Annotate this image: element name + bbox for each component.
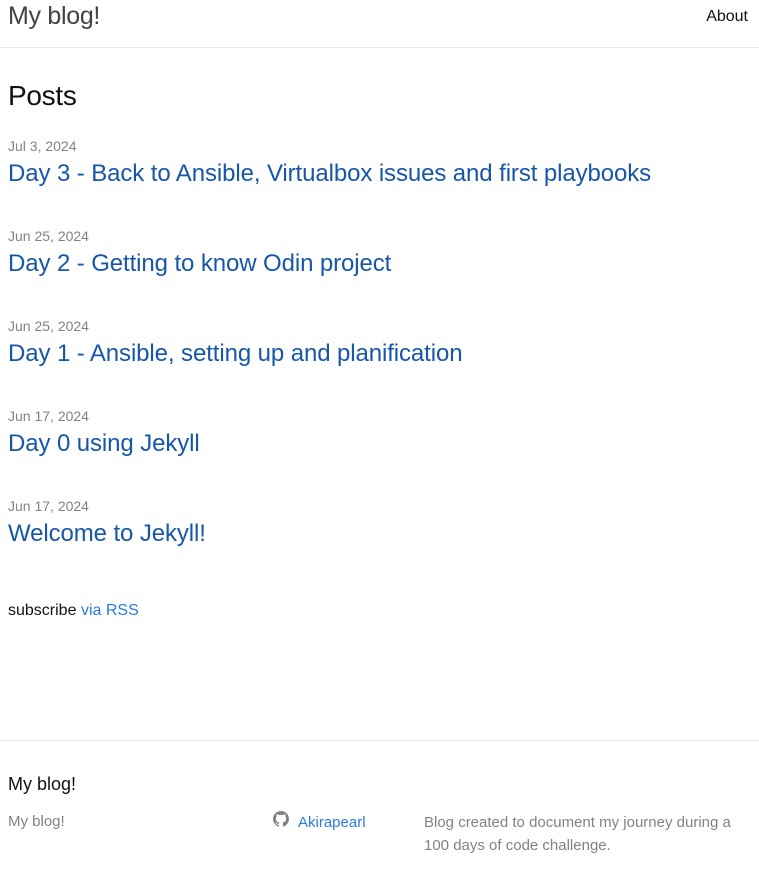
rss-link[interactable]: via RSS bbox=[81, 602, 139, 619]
site-header: My blog! About bbox=[0, 0, 759, 48]
post-list: Jul 3, 2024 Day 3 - Back to Ansible, Vir… bbox=[8, 136, 748, 586]
post-item: Jun 17, 2024 Day 0 using Jekyll bbox=[8, 406, 748, 496]
footer-heading: My blog! bbox=[8, 774, 77, 794]
post-date: Jun 25, 2024 bbox=[8, 318, 89, 334]
post-item: Jul 3, 2024 Day 3 - Back to Ansible, Vir… bbox=[8, 136, 748, 226]
github-user-link[interactable]: Akirapearl bbox=[298, 812, 366, 834]
post-date: Jun 17, 2024 bbox=[8, 408, 89, 424]
post-title-link[interactable]: Day 0 using Jekyll bbox=[8, 426, 200, 462]
post-date: Jul 3, 2024 bbox=[8, 138, 77, 154]
post-date: Jun 17, 2024 bbox=[8, 498, 89, 514]
post-title-link[interactable]: Day 3 - Back to Ansible, Virtualbox issu… bbox=[8, 156, 651, 192]
post-item: Jun 25, 2024 Day 1 - Ansible, setting up… bbox=[8, 316, 748, 406]
post-item: Jun 25, 2024 Day 2 - Getting to know Odi… bbox=[8, 226, 748, 316]
post-date: Jun 25, 2024 bbox=[8, 228, 89, 244]
site-title-link[interactable]: My blog! bbox=[8, 0, 100, 33]
nav-about-link[interactable]: About bbox=[706, 6, 748, 28]
page-heading: Posts bbox=[8, 80, 77, 111]
post-title-link[interactable]: Welcome to Jekyll! bbox=[8, 516, 206, 552]
footer-social: Akirapearl bbox=[273, 811, 366, 834]
github-icon bbox=[273, 811, 289, 834]
rss-prefix: subscribe bbox=[8, 602, 77, 619]
site-footer: My blog! My blog! Akirapearl Blog create… bbox=[0, 740, 759, 876]
post-title-link[interactable]: Day 2 - Getting to know Odin project bbox=[8, 246, 391, 282]
footer-description: Blog created to document my journey duri… bbox=[424, 814, 731, 854]
post-item: Jun 17, 2024 Welcome to Jekyll! bbox=[8, 496, 748, 586]
footer-site-name: My blog! bbox=[8, 813, 65, 830]
post-title-link[interactable]: Day 1 - Ansible, setting up and planific… bbox=[8, 336, 463, 372]
rss-subscribe: subscribe via RSS bbox=[8, 600, 139, 622]
